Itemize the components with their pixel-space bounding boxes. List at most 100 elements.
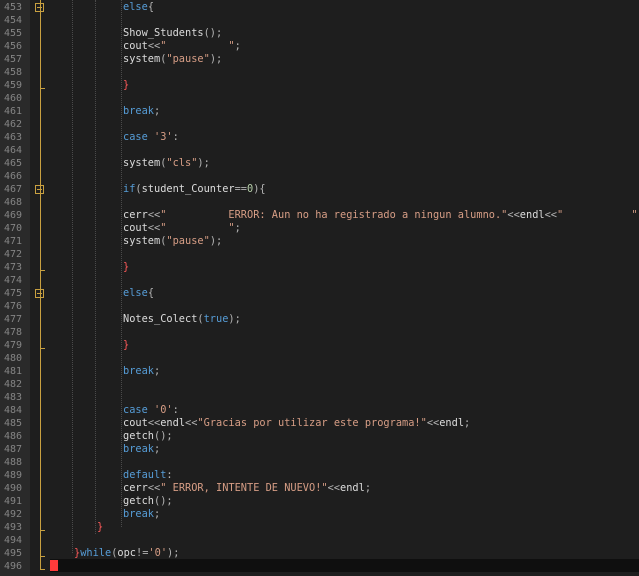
line-number-gutter: 453 454 455 456 457 458 459 460 461 462 463 464 465 4… bbox=[0, 0, 30, 576]
code-line[interactable]: Show_Students(); bbox=[123, 27, 222, 40]
code-token: { bbox=[147, 287, 155, 299]
code-line[interactable]: break; bbox=[123, 443, 160, 456]
code-token: << bbox=[507, 209, 520, 221]
line-number: 490 bbox=[4, 483, 23, 494]
code-line[interactable]: } bbox=[123, 339, 129, 352]
code-token: student_Counter bbox=[141, 183, 235, 195]
code-token: " " bbox=[160, 222, 235, 234]
code-token: << bbox=[185, 417, 198, 429]
code-line[interactable]: default: bbox=[123, 469, 173, 482]
line-number: 475 bbox=[4, 288, 23, 299]
line-number: 492 bbox=[4, 509, 23, 520]
code-area[interactable]: else{Show_Students(); cout<<" "; system("p… bbox=[50, 0, 639, 576]
code-token: default bbox=[123, 469, 167, 481]
line-number: 482 bbox=[4, 379, 23, 390]
line-number: 456 bbox=[4, 41, 23, 52]
code-token: cout bbox=[123, 417, 148, 429]
code-token: << bbox=[147, 222, 161, 234]
code-token: true bbox=[203, 313, 229, 325]
line-number: 479 bbox=[4, 340, 23, 351]
code-token: break bbox=[123, 443, 154, 455]
line-number: 481 bbox=[4, 366, 23, 377]
line-number: 483 bbox=[4, 392, 23, 403]
indent-guide bbox=[121, 0, 122, 527]
code-token: endl bbox=[160, 417, 186, 429]
code-token: ; bbox=[154, 443, 161, 455]
line-number: 459 bbox=[4, 80, 23, 91]
fold-margin[interactable] bbox=[30, 0, 50, 576]
code-line[interactable]: system("pause"); bbox=[123, 235, 222, 248]
code-line[interactable]: else{ bbox=[123, 1, 154, 14]
code-token: cout bbox=[123, 40, 148, 52]
code-token: } bbox=[123, 339, 130, 351]
code-token: "Gracias por utilizar este programa!" bbox=[197, 417, 427, 429]
code-token: ; bbox=[154, 105, 161, 117]
code-line[interactable]: cerr<<" ERROR: Aun no ha registrado a ni… bbox=[123, 209, 639, 222]
code-token: Show_Students bbox=[123, 27, 204, 39]
code-token: endl bbox=[340, 482, 365, 494]
line-number: 496 bbox=[4, 561, 23, 572]
code-token: { bbox=[147, 1, 155, 13]
code-line[interactable]: break; bbox=[123, 365, 160, 378]
code-token: while bbox=[80, 547, 112, 559]
line-number: 486 bbox=[4, 431, 23, 442]
code-token: ; bbox=[154, 508, 161, 520]
code-token: << bbox=[147, 209, 161, 221]
code-token: getch bbox=[123, 430, 154, 442]
text-cursor bbox=[50, 560, 58, 571]
code-line[interactable]: case '0': bbox=[123, 404, 179, 417]
code-token: case bbox=[123, 131, 148, 143]
code-token: ); bbox=[228, 313, 241, 325]
code-token: cerr bbox=[123, 209, 148, 221]
code-line[interactable]: break; bbox=[123, 508, 160, 521]
code-line[interactable]: Notes_Colect(true); bbox=[123, 313, 241, 326]
code-line[interactable]: case '3': bbox=[123, 131, 179, 144]
line-number: 471 bbox=[4, 236, 23, 247]
code-line[interactable]: } bbox=[123, 261, 129, 274]
current-line-highlight bbox=[50, 559, 639, 572]
line-number: 470 bbox=[4, 223, 23, 234]
code-token: system bbox=[123, 53, 161, 65]
code-line[interactable]: system("pause"); bbox=[123, 53, 222, 66]
fold-end-marker bbox=[40, 569, 45, 570]
code-token: else bbox=[123, 287, 148, 299]
code-token: break bbox=[123, 508, 154, 520]
code-token: } bbox=[123, 79, 130, 91]
indent-guide bbox=[72, 0, 73, 553]
line-number: 469 bbox=[4, 210, 23, 221]
code-line[interactable]: cout<<" "; bbox=[123, 40, 241, 53]
code-token: "pause" bbox=[166, 53, 210, 65]
code-line[interactable]: else{ bbox=[123, 287, 154, 300]
code-line[interactable]: if(student_Counter==0){ bbox=[123, 183, 266, 196]
code-line[interactable]: } bbox=[97, 521, 103, 534]
code-line[interactable]: }while(opc!='0'); bbox=[74, 547, 179, 560]
line-number: 467 bbox=[4, 184, 23, 195]
code-line[interactable]: cout<<" "; bbox=[123, 222, 241, 235]
code-token: << bbox=[147, 482, 161, 494]
code-line[interactable]: getch(); bbox=[123, 495, 173, 508]
code-line[interactable]: break; bbox=[123, 105, 160, 118]
line-number: 453 bbox=[4, 2, 23, 13]
line-number: 476 bbox=[4, 301, 23, 312]
line-number: 455 bbox=[4, 28, 23, 39]
line-number: 477 bbox=[4, 314, 23, 325]
code-line[interactable]: cerr<<" ERROR, INTENTE DE NUEVO!"<<endl; bbox=[123, 482, 371, 495]
line-number: 464 bbox=[4, 145, 23, 156]
code-token: ){ bbox=[253, 183, 266, 195]
code-line[interactable]: } bbox=[123, 79, 129, 92]
code-editor[interactable]: 453 454 455 456 457 458 459 460 461 462 463 464 465 4… bbox=[0, 0, 639, 576]
code-line[interactable]: system("cls"); bbox=[123, 157, 210, 170]
code-token: endl bbox=[439, 417, 465, 429]
code-token: '0' bbox=[148, 547, 168, 559]
code-token: Notes_Colect bbox=[123, 313, 198, 325]
line-number: 474 bbox=[4, 275, 23, 286]
code-token: << bbox=[147, 40, 161, 52]
code-token: : bbox=[172, 404, 179, 416]
code-token: (); bbox=[154, 430, 173, 442]
code-token: "cls" bbox=[166, 157, 198, 169]
code-token: system bbox=[123, 157, 161, 169]
code-line[interactable]: getch(); bbox=[123, 430, 173, 443]
code-token: endl bbox=[519, 209, 545, 221]
code-token: (); bbox=[154, 495, 173, 507]
code-line[interactable]: cout<<endl<<"Gracias por utilizar este p… bbox=[123, 417, 470, 430]
